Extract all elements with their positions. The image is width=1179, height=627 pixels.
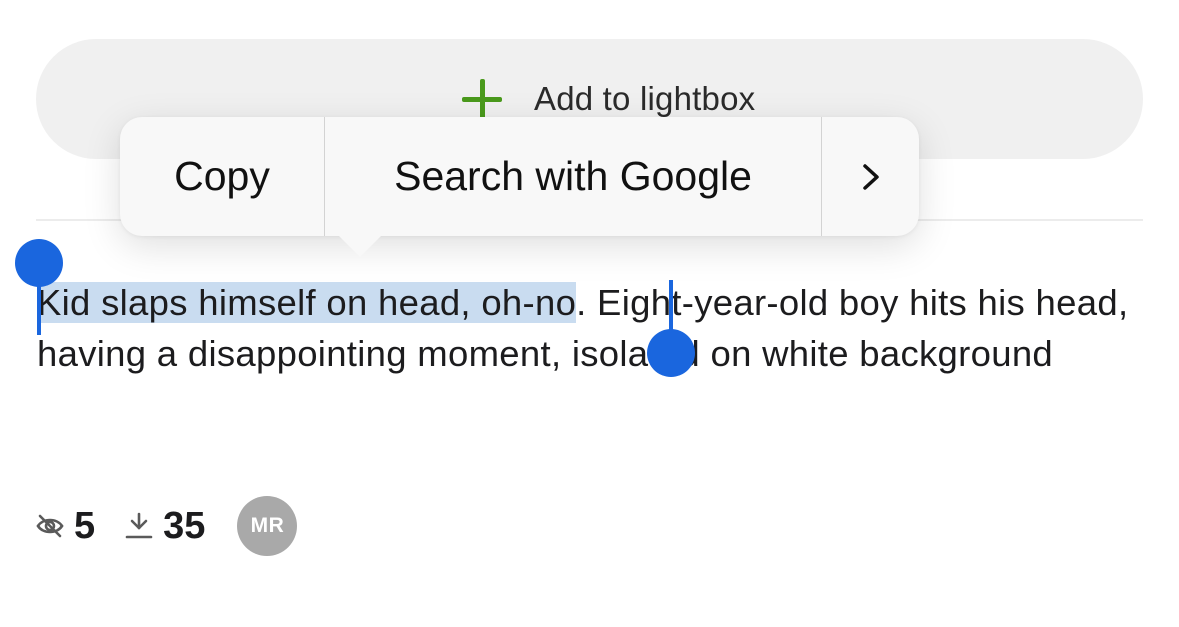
selection-start-handle[interactable] (15, 239, 63, 287)
selection-end-handle[interactable] (647, 329, 695, 377)
selection-start-caret (37, 282, 41, 335)
selected-text[interactable]: Kid slaps himself on head, oh-no (37, 282, 577, 323)
text-selection-menu: Copy Search with Google (120, 117, 919, 257)
views-count: 5 (74, 504, 96, 547)
add-to-lightbox-content: Add to lightbox (460, 75, 755, 123)
copy-menu-item[interactable]: Copy (120, 117, 324, 236)
avatar-initials: MR (250, 514, 285, 537)
download-icon (125, 512, 153, 539)
add-to-lightbox-label: Add to lightbox (534, 80, 756, 117)
downloads-count: 35 (163, 504, 206, 547)
chevron-right-icon (862, 163, 879, 190)
page: Add to lightbox Copy Search with Google … (0, 0, 1179, 627)
more-options-button[interactable] (822, 117, 919, 236)
image-description[interactable]: Kid slaps himself on head, oh-no. Eight-… (37, 277, 1147, 379)
plus-icon (460, 77, 504, 121)
views-icon (36, 514, 64, 538)
search-with-google-menu-item[interactable]: Search with Google (325, 117, 821, 236)
stats-row: 5 35 MR (34, 496, 298, 556)
selection-end-caret (669, 280, 673, 336)
avatar[interactable]: MR (237, 496, 298, 556)
